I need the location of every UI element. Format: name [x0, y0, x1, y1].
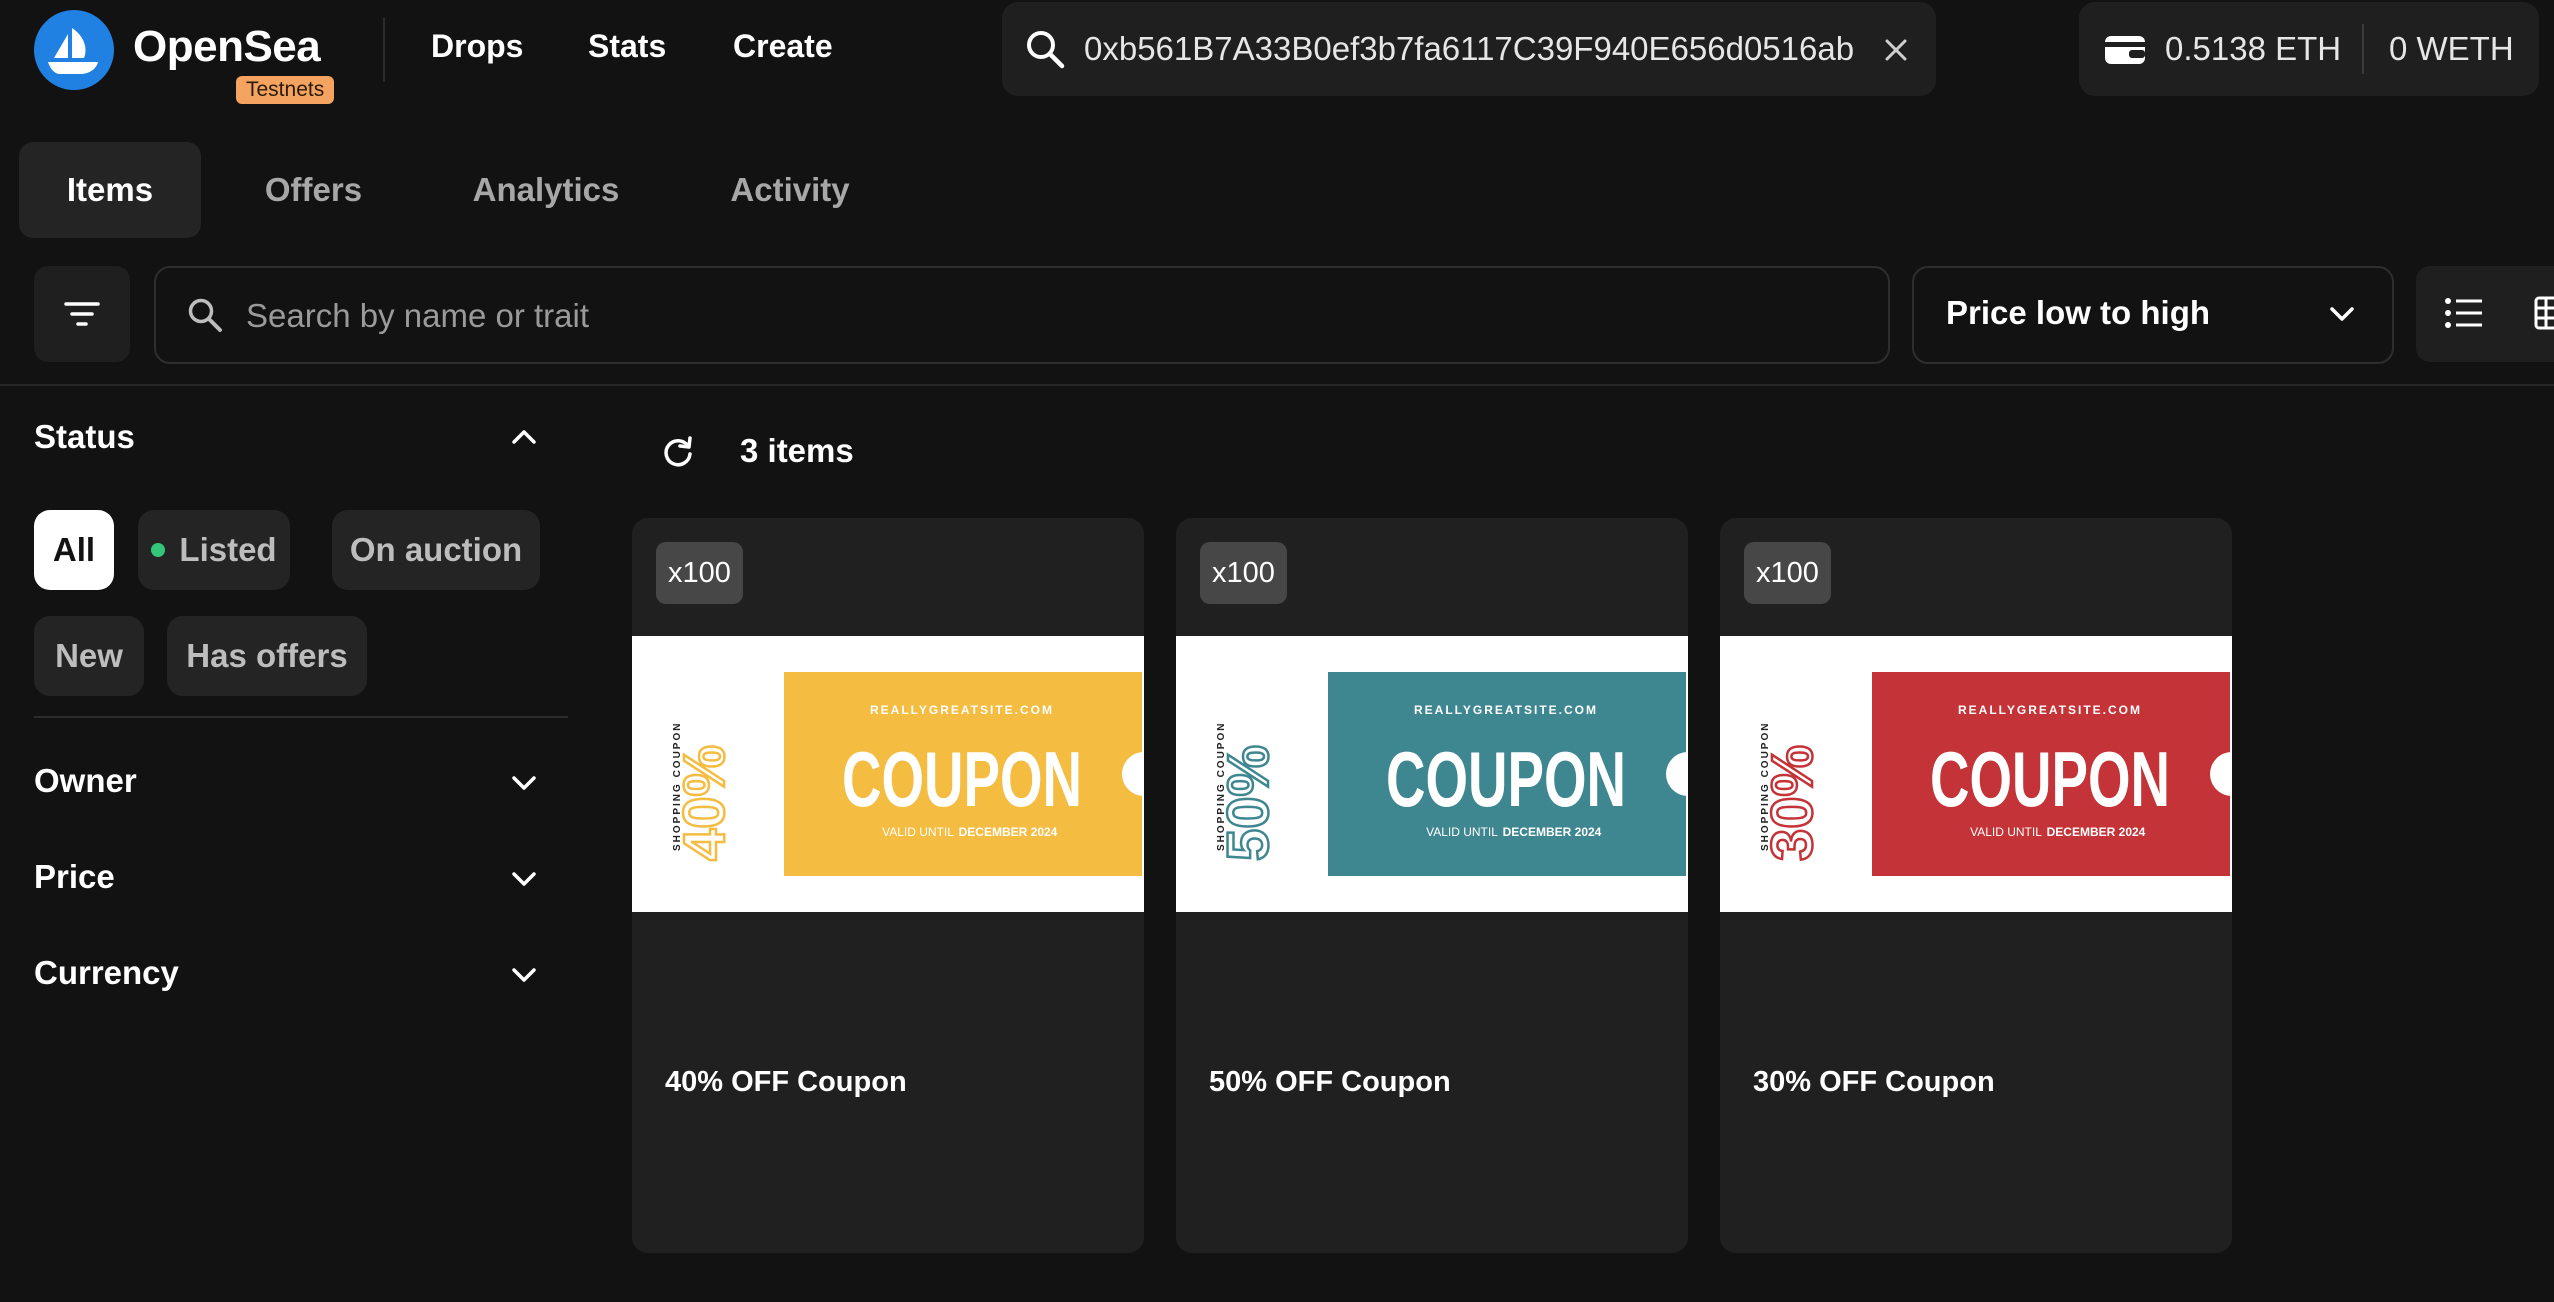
items-search-box[interactable] [154, 266, 1890, 364]
item-count: 3 items [740, 432, 854, 469]
status-chip-all[interactable]: All [34, 510, 114, 590]
brand-name[interactable]: OpenSea [133, 22, 321, 72]
chevron-down-icon[interactable] [510, 964, 538, 986]
nft-card[interactable]: x100 SHOPPING COUPON 40% REALLYGREATSITE… [632, 518, 1144, 1253]
nft-name[interactable]: 30% OFF Coupon [1753, 1066, 1995, 1099]
filter-toggle-button[interactable] [34, 266, 130, 362]
chevron-down-icon[interactable] [510, 772, 538, 794]
price-filter-title[interactable]: Price [34, 858, 115, 896]
coupon-image[interactable]: SHOPPING COUPON 30% REALLYGREATSITE.COM … [1720, 636, 2232, 912]
svg-text:COUPON: COUPON [1930, 735, 2170, 823]
svg-text:DECEMBER 2024: DECEMBER 2024 [1503, 825, 1602, 839]
chevron-up-icon[interactable] [510, 426, 538, 448]
svg-text:40%: 40% [672, 745, 737, 861]
nav-stats[interactable]: Stats [588, 28, 666, 65]
quantity-badge: x100 [1200, 542, 1287, 604]
svg-text:DECEMBER 2024: DECEMBER 2024 [2047, 825, 2146, 839]
svg-text:VALID UNTIL: VALID UNTIL [1970, 825, 2042, 839]
nav-create[interactable]: Create [733, 28, 833, 65]
testnets-badge: Testnets [236, 76, 335, 104]
svg-text:REALLYGREATSITE.COM: REALLYGREATSITE.COM [870, 703, 1054, 717]
svg-text:30%: 30% [1760, 745, 1825, 861]
header-divider [383, 18, 385, 82]
global-search-bar[interactable]: 0xb561B7A33B0ef3b7fa6117C39F940E656d0516… [1002, 2, 1936, 96]
svg-text:50%: 50% [1216, 745, 1281, 861]
filter-icon [64, 302, 100, 326]
owner-filter-title[interactable]: Owner [34, 762, 137, 800]
coupon-graphic: SHOPPING COUPON 40% REALLYGREATSITE.COM … [671, 672, 1144, 876]
global-search-value[interactable]: 0xb561B7A33B0ef3b7fa6117C39F940E656d0516… [1084, 30, 1854, 68]
status-filter-title[interactable]: Status [34, 418, 135, 456]
tab-items[interactable]: Items [19, 142, 201, 238]
svg-text:VALID UNTIL: VALID UNTIL [882, 825, 954, 839]
svg-text:COUPON: COUPON [842, 735, 1082, 823]
status-chip-on-auction[interactable]: On auction [332, 510, 540, 590]
svg-text:REALLYGREATSITE.COM: REALLYGREATSITE.COM [1958, 703, 2142, 717]
nft-card[interactable]: x100 SHOPPING COUPON 30% REALLYGREATSITE… [1720, 518, 2232, 1253]
nft-name[interactable]: 50% OFF Coupon [1209, 1066, 1451, 1099]
wallet-balance[interactable]: 0.5138 ETH 0 WETH [2079, 2, 2539, 96]
quantity-badge: x100 [656, 542, 743, 604]
status-chip-listed[interactable]: Listed [138, 510, 290, 590]
listed-dot-icon [151, 543, 166, 557]
coupon-image[interactable]: SHOPPING COUPON 40% REALLYGREATSITE.COM … [632, 636, 1144, 912]
svg-text:DECEMBER 2024: DECEMBER 2024 [959, 825, 1058, 839]
svg-text:REALLYGREATSITE.COM: REALLYGREATSITE.COM [1414, 703, 1598, 717]
weth-balance: 0 WETH [2389, 30, 2514, 67]
chevron-down-icon[interactable] [510, 868, 538, 890]
nft-card[interactable]: x100 SHOPPING COUPON 50% REALLYGREATSITE… [1176, 518, 1688, 1253]
chevron-down-icon [2330, 307, 2354, 321]
coupon-image[interactable]: SHOPPING COUPON 50% REALLYGREATSITE.COM … [1176, 636, 1688, 912]
status-chip-has-offers[interactable]: Has offers [167, 616, 367, 696]
refresh-icon[interactable] [660, 434, 696, 470]
wallet-icon [2105, 36, 2145, 64]
toolbar-divider [0, 384, 2554, 386]
nft-name[interactable]: 40% OFF Coupon [665, 1066, 907, 1099]
sort-dropdown[interactable]: Price low to high [1912, 266, 2394, 364]
search-icon [188, 298, 222, 332]
eth-balance: 0.5138 ETH [2165, 30, 2342, 67]
wallet-divider [2362, 24, 2364, 74]
status-chip-new[interactable]: New [34, 616, 144, 696]
search-icon [1027, 31, 1065, 69]
list-view-icon[interactable] [2444, 296, 2484, 330]
svg-text:COUPON: COUPON [1386, 735, 1626, 823]
nav-drops[interactable]: Drops [431, 28, 523, 65]
coupon-graphic: SHOPPING COUPON 50% REALLYGREATSITE.COM … [1215, 672, 1688, 876]
view-mode-toggle[interactable] [2416, 266, 2554, 362]
opensea-logo-icon[interactable] [34, 10, 114, 90]
sort-dropdown-label: Price low to high [1946, 294, 2211, 331]
tab-offers[interactable]: Offers [236, 142, 391, 238]
items-search-input[interactable] [244, 290, 1848, 342]
coupon-graphic: SHOPPING COUPON 30% REALLYGREATSITE.COM … [1759, 672, 2232, 876]
clear-search-icon[interactable] [1884, 38, 1908, 62]
tab-analytics[interactable]: Analytics [448, 142, 644, 238]
svg-text:VALID UNTIL: VALID UNTIL [1426, 825, 1498, 839]
sidebar-divider [34, 716, 568, 718]
status-chip-listed-label: Listed [179, 531, 277, 568]
quantity-badge: x100 [1744, 542, 1831, 604]
currency-filter-title[interactable]: Currency [34, 954, 179, 992]
grid-view-icon[interactable] [2534, 296, 2554, 330]
tab-activity[interactable]: Activity [700, 142, 880, 238]
